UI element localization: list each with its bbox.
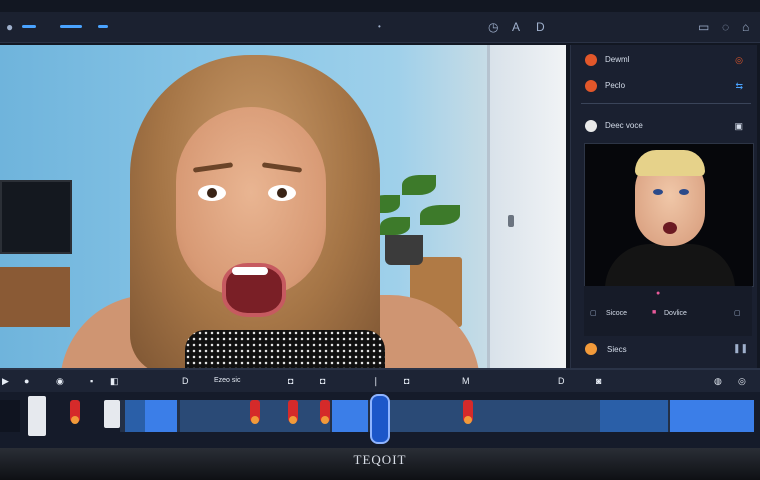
camera-icon — [585, 120, 597, 132]
panel-item-label: Dewml — [605, 55, 630, 64]
timeline-marker[interactable] — [288, 400, 298, 424]
text-icon[interactable]: D — [558, 374, 565, 388]
expand-icon[interactable]: ▢ — [734, 309, 741, 317]
timeline-marker[interactable] — [70, 400, 80, 424]
webcam-tag: Dovlice — [664, 310, 687, 317]
plant-leaf — [402, 175, 436, 195]
background-monitor — [0, 180, 72, 254]
eye — [198, 185, 226, 201]
plant-leaf — [420, 205, 460, 225]
close-icon[interactable]: ◎ — [738, 374, 746, 388]
progress-indicator — [98, 25, 108, 28]
lock-icon[interactable]: ⌂ — [742, 19, 749, 35]
battery-icon: ▭ — [698, 20, 710, 34]
panel-item-label: Peclo — [605, 81, 626, 90]
marker-icon[interactable]: ◘ — [288, 374, 293, 388]
back-icon[interactable]: ● — [6, 19, 13, 35]
checkbox-icon[interactable]: ▢ — [590, 309, 597, 317]
pause-icon[interactable]: ❚❚ — [733, 343, 748, 354]
timeline-clip[interactable] — [332, 400, 368, 432]
camera-icon[interactable]: ▣ — [734, 115, 743, 137]
text-icon[interactable]: A — [512, 19, 520, 35]
cursor-icon: • — [378, 22, 381, 31]
person-top — [185, 330, 385, 370]
tag-icon: ■ — [652, 309, 657, 316]
play-icon[interactable]: ▶ — [2, 374, 9, 388]
clock-icon[interactable]: ◷ — [488, 19, 498, 35]
app-window: ● • ◷ A D ▭ ◌ ⌂ Dewml ◎ Peclo ⇆ Deec voc… — [0, 0, 760, 480]
progress-indicator — [60, 25, 82, 28]
progress-indicator — [22, 25, 36, 28]
eye — [653, 189, 663, 195]
link-icon[interactable]: ⇆ — [735, 75, 743, 97]
clip-thumbnail[interactable] — [104, 400, 120, 428]
webcam-person-hair — [635, 150, 705, 176]
zoom-icon[interactable]: ◙ — [596, 374, 601, 388]
panel-item-label: Deec voce — [605, 121, 643, 130]
main-video-preview[interactable] — [0, 45, 566, 370]
mouth — [663, 222, 677, 234]
marker-icon[interactable]: ◘ — [320, 374, 325, 388]
eye — [679, 189, 689, 195]
timeline-clip[interactable] — [670, 400, 754, 432]
layer-icon[interactable]: D — [536, 19, 545, 35]
webcam-caption: Sicoce — [606, 310, 628, 317]
background-door — [487, 45, 566, 370]
playhead-handle[interactable] — [370, 394, 390, 444]
timeline-label: Ezeo sic — [214, 377, 241, 384]
settings-icon[interactable]: ◍ — [714, 374, 722, 388]
timeline-clip[interactable] — [145, 400, 177, 432]
timeline-clip[interactable] — [125, 400, 145, 432]
text-icon[interactable]: D — [182, 374, 189, 388]
playhead-icon[interactable]: ❘ — [372, 374, 380, 388]
background-desk — [0, 267, 70, 327]
camera-icon[interactable]: ● — [24, 374, 29, 388]
divider — [581, 103, 751, 104]
clip-thumbnail[interactable] — [28, 396, 46, 436]
timeline-marker[interactable] — [250, 400, 260, 424]
marker-icon[interactable]: ◘ — [404, 374, 409, 388]
brand-logo: TEQOIT — [353, 452, 407, 467]
plant-leaf — [380, 217, 410, 235]
footer-icon — [585, 343, 597, 355]
timeline-marker[interactable] — [463, 400, 473, 424]
timeline-tools — [0, 400, 20, 432]
panel-item[interactable]: Peclo ⇆ — [579, 75, 749, 97]
webcam-preview[interactable] — [584, 143, 754, 287]
eye — [268, 185, 296, 201]
top-toolbar: ● • ◷ A D ▭ ◌ ⌂ — [0, 12, 760, 43]
mic-icon[interactable]: ● — [656, 290, 660, 297]
add-icon[interactable]: ◧ — [110, 374, 119, 388]
settings-icon[interactable]: ◌ — [722, 19, 729, 35]
split-icon[interactable]: ▪ — [90, 374, 93, 388]
webcam-controls: ● ▢ Sicoce ■ Dovlice ▢ — [584, 286, 752, 336]
panel-footer-label: Siecs — [607, 345, 627, 354]
timeline-clip[interactable] — [600, 400, 668, 432]
webcam-person-shirt — [605, 244, 735, 286]
record-icon[interactable]: ◎ — [735, 49, 743, 71]
timeline-clip[interactable] — [390, 400, 600, 432]
plant-pot — [385, 235, 423, 265]
split-icon[interactable]: M — [462, 374, 470, 388]
record-icon — [585, 80, 597, 92]
timeline-marker[interactable] — [320, 400, 330, 424]
timeline-panel: ▶ ● ◉ ▪ ◧ D Ezeo sic ◘ ◘ ❘ ◘ M D ◙ ◍ ◎ — [0, 368, 760, 450]
record-icon — [585, 54, 597, 66]
timeline-toolbar: ▶ ● ◉ ▪ ◧ D Ezeo sic ◘ ◘ ❘ ◘ M D ◙ ◍ ◎ — [0, 370, 760, 392]
mic-icon[interactable]: ◉ — [56, 374, 64, 388]
teeth — [232, 267, 268, 275]
panel-item[interactable]: Deec voce ▣ — [579, 115, 749, 137]
panel-item[interactable]: Dewml ◎ — [579, 49, 749, 71]
door-handle — [508, 215, 514, 227]
